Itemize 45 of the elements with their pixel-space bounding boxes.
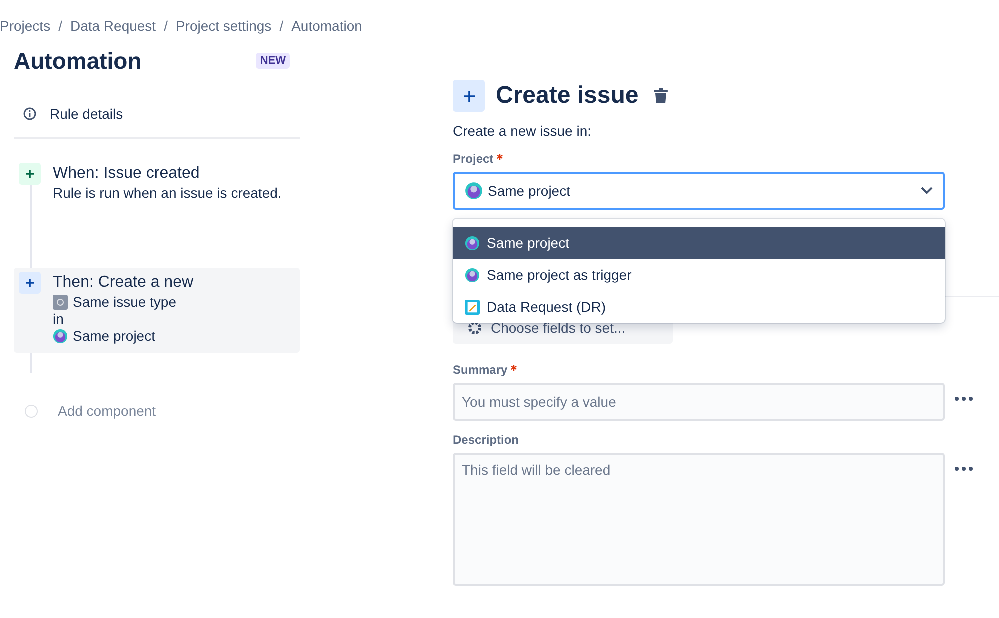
component-title: When: Issue created	[53, 164, 201, 184]
project-avatar-icon	[53, 329, 68, 344]
required-asterisk-icon	[510, 365, 517, 371]
breadcrumb-link[interactable]: Projects	[0, 18, 51, 35]
description-field[interactable]: This field will be cleared	[453, 453, 945, 586]
field-label: Project	[453, 152, 494, 166]
component-detail: Rule is run when an issue is created.	[53, 185, 282, 202]
page-title: Automation	[14, 47, 142, 76]
plus-icon	[19, 272, 41, 294]
breadcrumb-link[interactable]: Automation	[292, 18, 362, 35]
chevron-down-icon	[921, 187, 933, 195]
more-icon[interactable]	[955, 467, 973, 471]
breadcrumb-separator: /	[163, 18, 169, 35]
component-detail: Same issue type	[73, 294, 176, 311]
new-badge: NEW	[256, 53, 290, 69]
project-select[interactable]: Same project	[453, 172, 945, 210]
plus-icon	[453, 80, 485, 112]
intro-text: Create a new issue in:	[453, 123, 593, 139]
rule-component-card[interactable]: When: Issue created Rule is run when an issue is created.	[14, 159, 300, 210]
summary-field[interactable]: You must specify a value	[453, 383, 945, 421]
dropdown-option[interactable]: Same project as trigger	[453, 259, 945, 291]
rule-component-card[interactable]: Then: Create a new Same issue type in Same project	[14, 268, 300, 353]
notepad-icon	[465, 300, 480, 314]
field-label: Description	[453, 433, 520, 447]
project-avatar-icon	[465, 236, 480, 250]
component-title: Then: Create a new	[53, 273, 194, 293]
trash-icon[interactable]	[654, 88, 668, 104]
plus-icon	[19, 163, 41, 185]
more-icon[interactable]	[955, 397, 973, 401]
circle-icon	[25, 404, 38, 418]
breadcrumb-link[interactable]: Data Request	[70, 18, 156, 35]
component-detail: Same project	[73, 328, 156, 345]
info-icon	[23, 106, 37, 120]
breadcrumb-link[interactable]: Project settings	[176, 18, 272, 35]
issue-type-icon	[53, 295, 68, 310]
panel-title: Create issue	[496, 82, 639, 110]
add-component-item[interactable]: Add component	[14, 403, 300, 419]
breadcrumb-separator: /	[278, 18, 285, 35]
breadcrumb-separator: /	[58, 18, 64, 35]
rule-details-item[interactable]: Rule details	[14, 88, 300, 139]
component-detail: in	[53, 311, 64, 328]
project-avatar-icon	[465, 268, 480, 282]
field-label: Summary	[453, 363, 508, 377]
project-avatar-icon	[465, 182, 483, 200]
dropdown-option[interactable]: Same project	[453, 227, 945, 259]
